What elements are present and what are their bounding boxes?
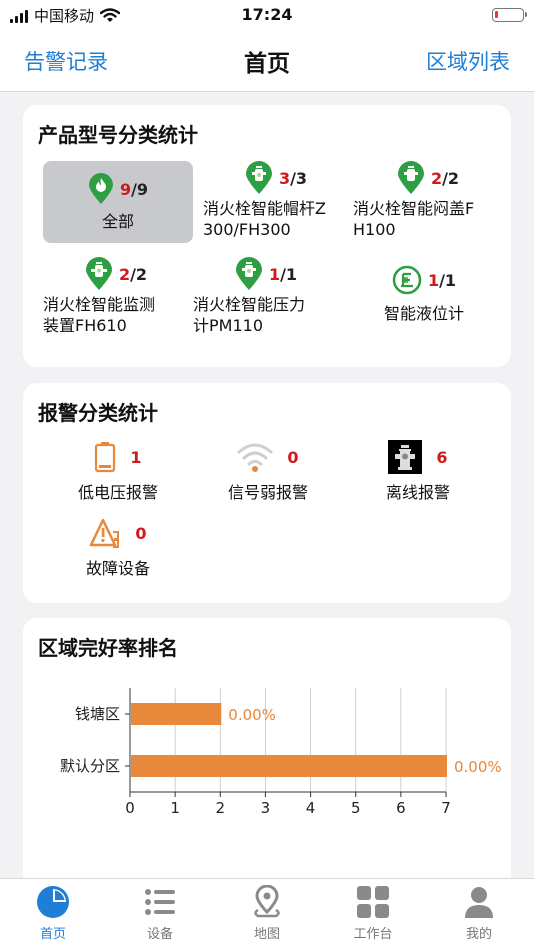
flame-pin-icon [88,173,113,204]
count-total: 2 [447,168,460,188]
product-label: 全部 [101,212,134,231]
count-total: 1 [444,270,457,290]
alarm-count: 6 [436,447,448,467]
product-label: 消火栓智能监测装置FH610 [43,295,156,335]
tab-map[interactable]: 地图 [214,885,320,942]
x-tick-label: 0 [125,799,135,817]
status-bar: 中国移动 17:24 [0,0,534,30]
alarm-stats-card: 报警分类统计 1 低电压报警 0 信号弱报警 6 离线报警 0 故障设备 [23,383,511,603]
product-filter-z300[interactable]: 3/3 消火栓智能帽杆Z300/FH300 [201,161,351,240]
list-icon [145,889,175,915]
count-num: 1 [427,270,440,290]
alarm-stats-title: 报警分类统计 [38,401,158,425]
area-list-link[interactable]: 区域列表 [426,46,510,76]
tab-label: 设备 [146,927,173,942]
x-tick-label: 4 [306,799,316,817]
tab-label: 地图 [253,927,280,942]
x-tick-label: 6 [396,799,406,817]
navigation-bar: 告警记录 首页 区域列表 [0,30,534,92]
hydrant-offline-icon [388,440,423,474]
x-tick-label: 7 [441,799,451,817]
alarm-fault-device[interactable]: 0 故障设备 [43,515,193,579]
tab-bar: 首页 设备 地图 工作台 我的 [0,878,534,950]
count-num: 2 [430,168,443,188]
fault-warning-icon [90,518,120,548]
count-total: 9 [136,179,149,199]
battery-low-icon [95,442,116,473]
product-stats-title: 产品型号分类统计 [38,123,198,147]
user-icon [465,887,493,918]
alarm-label: 故障设备 [85,559,150,578]
alarm-count: 0 [287,447,299,467]
product-filter-all[interactable]: 9/9 全部 [43,161,193,243]
x-tick-label: 2 [216,799,226,817]
alarm-label: 低电压报警 [77,483,158,502]
product-label: 消火栓智能闷盖FH100 [353,199,475,239]
bar [131,703,222,725]
product-label: 智能液位计 [383,304,464,323]
product-label: 消火栓智能帽杆Z300/FH300 [203,199,326,239]
tab-home[interactable]: 首页 [0,885,106,942]
alarm-count: 1 [130,447,142,467]
x-tick-label: 3 [261,799,271,817]
hydrant-pin-icon [245,161,272,194]
ranking-card: 区域完好率排名 0 1 2 3 4 5 6 7 钱塘区 0.00% 默认分区 0.00% [23,618,511,880]
hydrant-pin-icon [85,257,112,290]
y-tick-label: 钱塘区 [75,705,120,723]
tab-label: 首页 [39,927,66,942]
y-tick-label: 默认分区 [60,757,120,775]
home-pie-icon [37,886,69,918]
bar [131,755,447,777]
alarm-label: 信号弱报警 [227,483,308,502]
product-filter-pm110[interactable]: 1/1 消火栓智能压力计PM110 [191,257,341,336]
alarm-label: 离线报警 [385,483,450,502]
tab-label: 我的 [465,927,492,942]
count-num: 3 [278,168,291,188]
ranking-bar-chart: 0 1 2 3 4 5 6 7 钱塘区 0.00% 默认分区 0.00% [60,688,502,817]
wifi-weak-icon [237,443,273,472]
product-stats-card: 产品型号分类统计 9/9 全部 3/3 消火栓智能帽杆Z300/FH300 2/… [23,105,511,367]
alarm-offline[interactable]: 6 离线报警 [343,439,493,503]
product-filter-level-gauge[interactable]: 1/1 智能液位计 [349,265,499,324]
data-label: 0.00% [228,706,276,724]
tab-devices[interactable]: 设备 [107,885,213,942]
count-num: 9 [119,179,132,199]
count-total: 3 [295,168,308,188]
x-tick-label: 1 [170,799,180,817]
grid-icon [357,886,389,918]
count-total: 1 [285,264,298,284]
tab-workbench[interactable]: 工作台 [320,885,426,942]
clock: 17:24 [241,5,293,24]
data-label: 0.00% [454,758,502,776]
ranking-title: 区域完好率排名 [38,636,178,660]
tab-mine[interactable]: 我的 [426,885,532,942]
tab-label: 工作台 [353,927,393,942]
alarm-low-voltage[interactable]: 1 低电压报警 [43,439,193,503]
count-num: 1 [268,264,281,284]
hydrant-pin-icon [235,257,262,290]
level-gauge-icon [392,265,422,295]
product-filter-fh100[interactable]: 2/2 消火栓智能闷盖FH100 [353,161,503,240]
product-label: 消火栓智能压力计PM110 [193,295,306,335]
map-pin-icon [254,885,280,918]
count-num: 2 [118,264,131,284]
alarm-weak-signal[interactable]: 0 信号弱报警 [193,439,343,503]
product-filter-fh610[interactable]: 2/2 消火栓智能监测装置FH610 [41,257,191,336]
hydrant-pin-icon [397,161,424,194]
count-total: 2 [135,264,148,284]
x-tick-label: 5 [351,799,361,817]
alarm-count: 0 [135,523,147,543]
battery-icon [492,8,527,22]
